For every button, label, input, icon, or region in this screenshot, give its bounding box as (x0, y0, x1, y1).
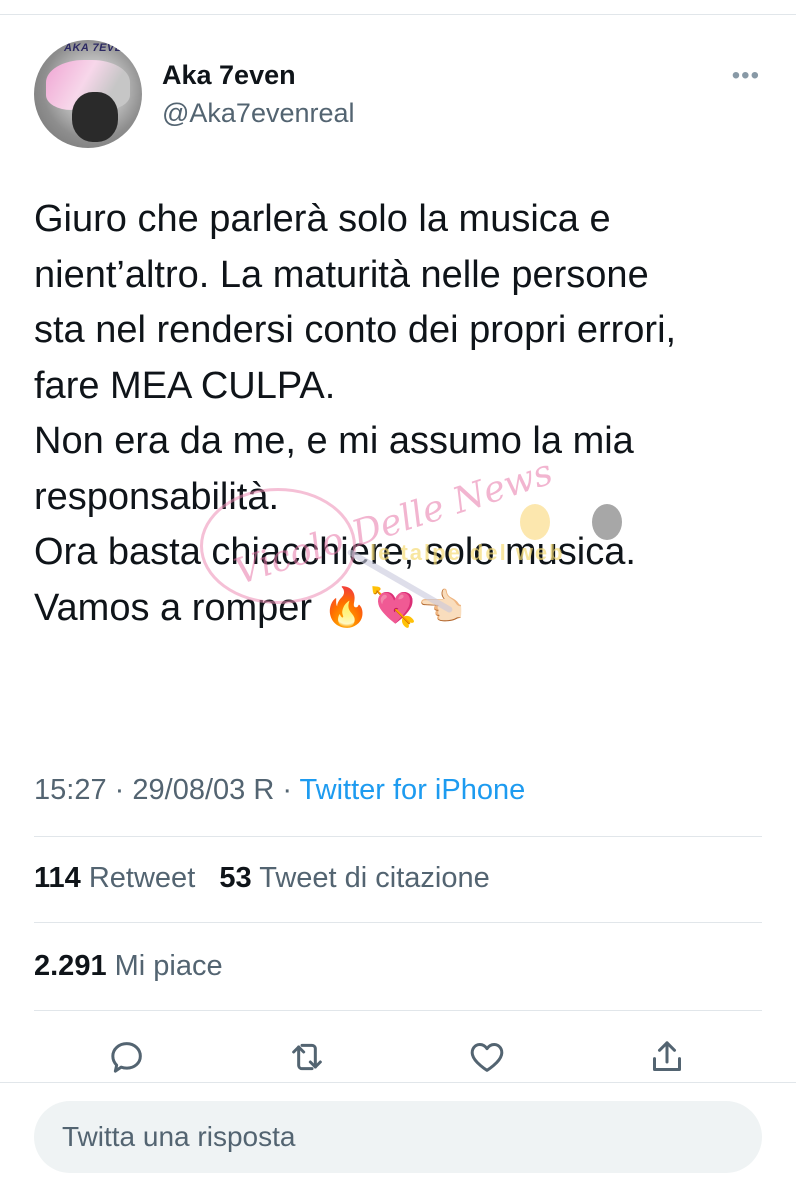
tweet-line: Ora basta chiacchiere, solo musica. (34, 531, 636, 573)
tweet-header: AKA 7EVEN Aka 7even @Aka7evenreal ••• (34, 40, 764, 150)
tweet-time: 15:27 (34, 774, 107, 806)
tweet-line: responsabilità. (34, 475, 280, 518)
retweets-count: 114 (34, 862, 81, 894)
tweet-line: nient’altro. La maturità nelle persone (34, 253, 649, 296)
author-handle[interactable]: @Aka7evenreal (162, 98, 355, 129)
retweet-icon (292, 1043, 322, 1071)
tweet-text: Giuro che parlerà solo la musica e nient… (34, 192, 764, 636)
quotes-count: 53 (219, 862, 252, 894)
divider (34, 836, 762, 837)
tweet-meta: 15:27 · 29/08/03 R · Twitter for iPhone (34, 774, 525, 807)
reply-input[interactable]: Twitta una risposta (34, 1101, 762, 1173)
like-button[interactable] (462, 1032, 512, 1082)
tweet-line: sta nel rendersi conto dei propri errori… (34, 309, 677, 351)
tweet-date: 29/08/03 R (132, 774, 275, 806)
more-options-icon[interactable]: ••• (732, 62, 760, 90)
like-icon (470, 1043, 504, 1072)
tweet-line: Non era da me, e mi assumo la mia (34, 420, 634, 462)
likes-label: Mi piace (114, 950, 223, 982)
reply-placeholder: Twitta una risposta (62, 1121, 296, 1152)
retweets-label: Retweet (88, 862, 196, 894)
share-button[interactable] (642, 1032, 692, 1082)
reply-bar: Twitta una risposta (0, 1082, 796, 1201)
meta-separator: · (114, 774, 125, 806)
share-icon (653, 1041, 681, 1071)
retweet-stats: 114 Retweet 53 Tweet di citazione (34, 862, 490, 895)
likes-count: 2.291 (34, 950, 107, 982)
retweet-button[interactable] (282, 1032, 332, 1082)
meta-separator: · (282, 774, 292, 806)
tweet-source-link[interactable]: Twitter for iPhone (300, 774, 526, 806)
quotes-label: Tweet di citazione (259, 862, 490, 894)
avatar[interactable]: AKA 7EVEN (34, 40, 142, 148)
author-display-name[interactable]: Aka 7even (162, 60, 296, 91)
reply-icon (111, 1042, 142, 1073)
tweet-line: fare MEA CULPA. (34, 364, 336, 407)
reply-button[interactable] (102, 1032, 152, 1082)
tweet-line: Giuro che parlerà solo la musica e (34, 198, 611, 240)
quotes-link[interactable]: 53 Tweet di citazione (219, 862, 489, 894)
tweet-actions (0, 1032, 796, 1082)
like-stats[interactable]: 2.291 Mi piace (34, 950, 223, 983)
divider (34, 922, 762, 923)
retweets-link[interactable]: 114 Retweet (34, 862, 195, 894)
avatar-head (72, 92, 118, 142)
avatar-logo-text: AKA 7EVEN (64, 42, 132, 54)
divider (34, 1010, 762, 1011)
top-divider (0, 0, 796, 15)
tweet-line: Vamos a romper 🔥💘👈🏻 (34, 586, 465, 629)
